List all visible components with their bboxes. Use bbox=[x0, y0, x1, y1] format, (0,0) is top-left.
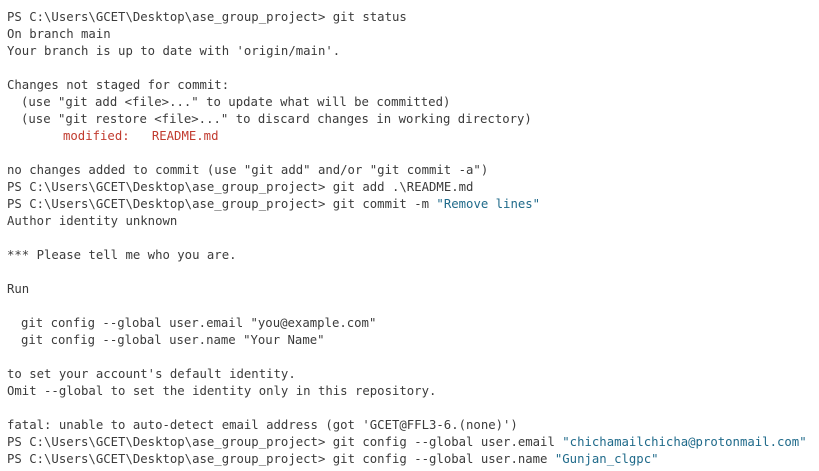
output-line: (use "git add <file>..." to update what … bbox=[21, 95, 451, 109]
output-line: Changes not staged for commit: bbox=[7, 78, 230, 92]
output-line: Your branch is up to date with 'origin/m… bbox=[7, 44, 341, 58]
command-text: git config --global user.email bbox=[332, 435, 555, 449]
command-argument: "Remove lines" bbox=[436, 197, 541, 211]
command-line: PS C:\Users\GCET\Desktop\ase_group_proje… bbox=[7, 179, 819, 196]
prompt: PS C:\Users\GCET\Desktop\ase_group_proje… bbox=[7, 10, 326, 24]
command-argument: "chichamailchicha@protonmail.com" bbox=[562, 435, 807, 449]
command-text: git status bbox=[332, 10, 407, 24]
prompt: PS C:\Users\GCET\Desktop\ase_group_proje… bbox=[7, 452, 326, 466]
prompt: PS C:\Users\GCET\Desktop\ase_group_proje… bbox=[7, 435, 326, 449]
command-text: git add .\README.md bbox=[332, 180, 474, 194]
command-line: PS C:\Users\GCET\Desktop\ase_group_proje… bbox=[7, 196, 819, 213]
command-line: PS C:\Users\GCET\Desktop\ase_group_proje… bbox=[7, 451, 819, 468]
output-line: git config --global user.name "Your Name… bbox=[21, 333, 325, 347]
command-argument: "Gunjan_clgpc" bbox=[554, 452, 659, 466]
output-line: to set your account's default identity. bbox=[7, 367, 296, 381]
command-text: git commit -m bbox=[332, 197, 430, 211]
output-line: (use "git restore <file>..." to discard … bbox=[21, 112, 532, 126]
modified-file-line: modified: README.md bbox=[63, 129, 219, 143]
command-line: PS C:\Users\GCET\Desktop\ase_group_proje… bbox=[7, 434, 819, 451]
output-line: git config --global user.email "you@exam… bbox=[21, 316, 377, 330]
prompt: PS C:\Users\GCET\Desktop\ase_group_proje… bbox=[7, 180, 326, 194]
output-line: Omit --global to set the identity only i… bbox=[7, 384, 437, 398]
output-line: On branch main bbox=[7, 27, 111, 41]
output-line: *** Please tell me who you are. bbox=[7, 248, 237, 262]
terminal-output[interactable]: PS C:\Users\GCET\Desktop\ase_group_proje… bbox=[0, 0, 819, 471]
output-line: Author identity unknown bbox=[7, 214, 178, 228]
command-line: PS C:\Users\GCET\Desktop\ase_group_proje… bbox=[7, 9, 819, 26]
output-line: no changes added to commit (use "git add… bbox=[7, 163, 489, 177]
prompt: PS C:\Users\GCET\Desktop\ase_group_proje… bbox=[7, 197, 326, 211]
output-line: Run bbox=[7, 282, 30, 296]
error-line: fatal: unable to auto-detect email addre… bbox=[7, 418, 518, 432]
command-text: git config --global user.name bbox=[332, 452, 548, 466]
